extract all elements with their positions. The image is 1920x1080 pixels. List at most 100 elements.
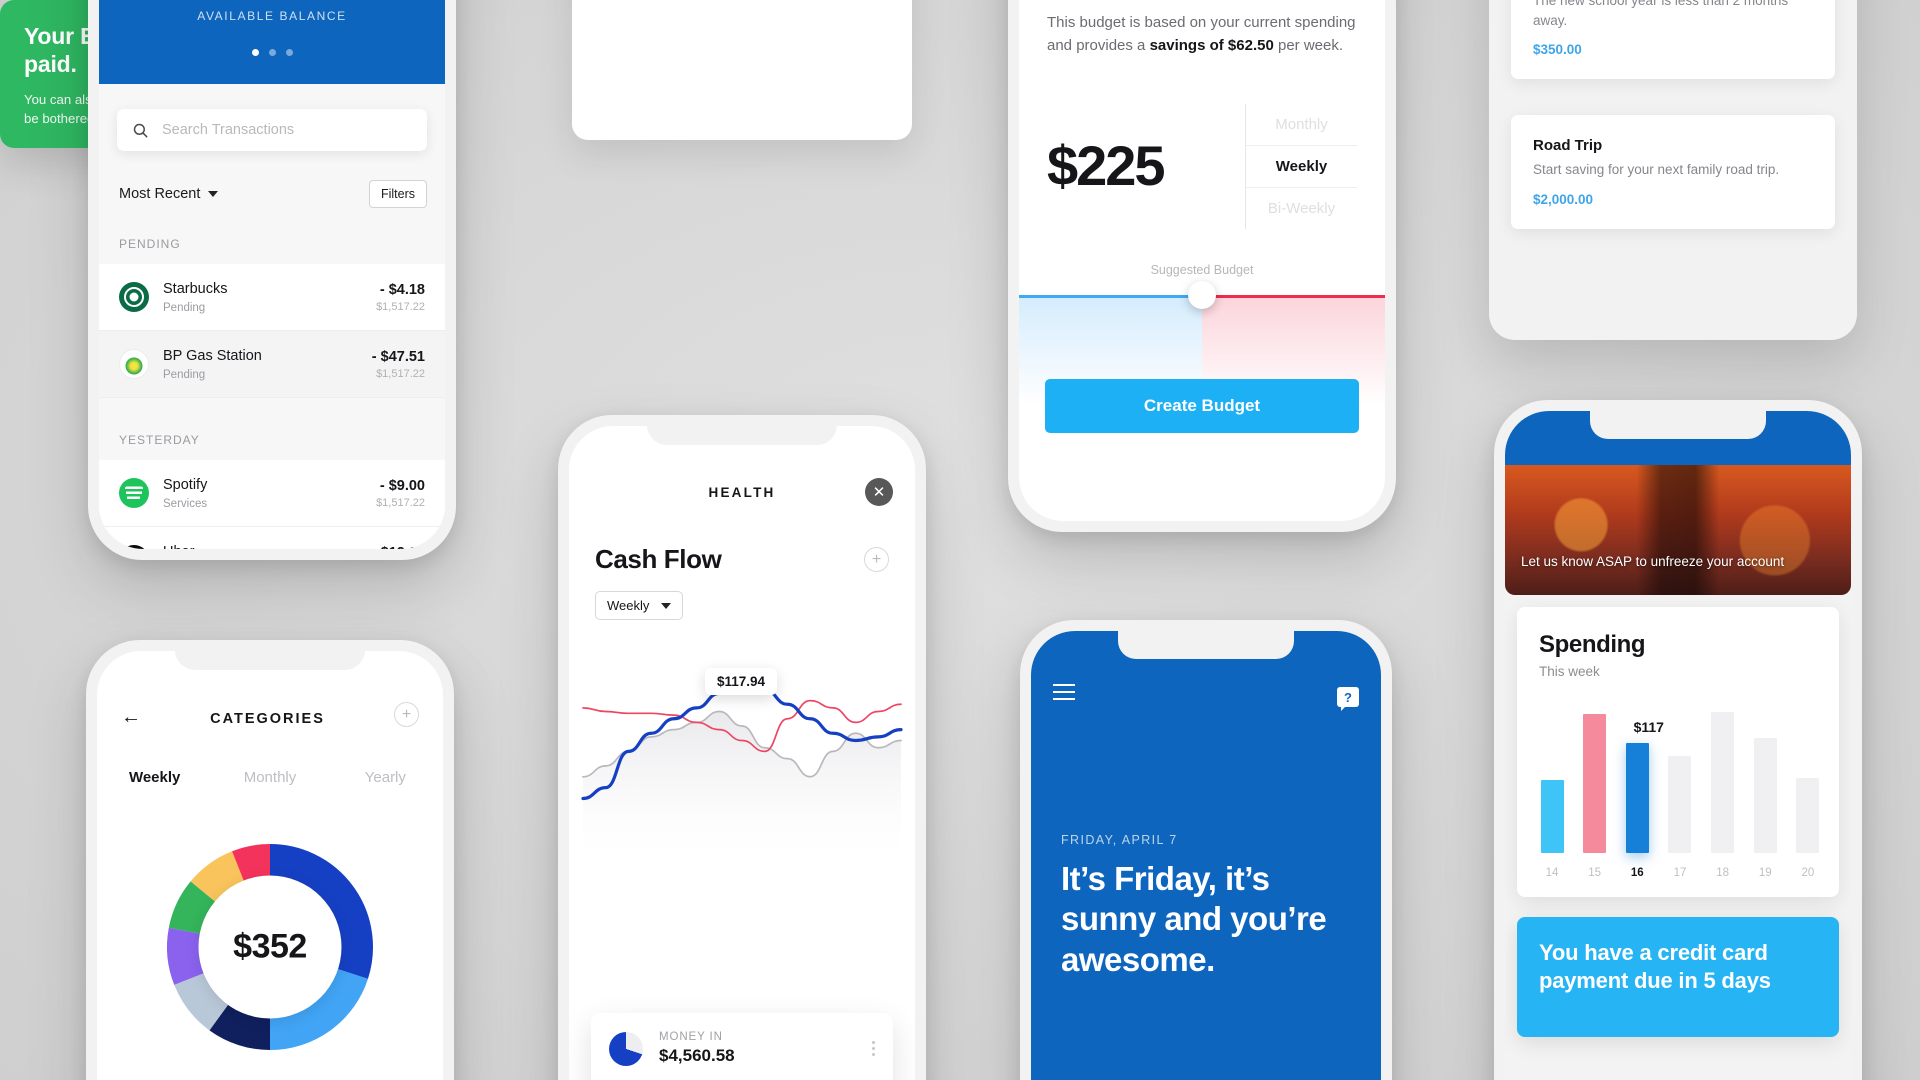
- add-button[interactable]: +: [864, 547, 889, 572]
- frequency-selector[interactable]: Monthly Weekly Bi-Weekly: [1245, 103, 1357, 229]
- add-category-button[interactable]: +: [393, 702, 419, 727]
- search-transactions-field[interactable]: Search Transactions: [117, 109, 427, 151]
- tab-weekly[interactable]: Weekly: [97, 769, 212, 786]
- carousel-dot-2[interactable]: [268, 49, 276, 56]
- sort-dropdown[interactable]: Most Recent: [119, 186, 219, 202]
- feed-body: Let us know ASAP to unfreeze your accoun…: [1505, 465, 1851, 1080]
- bar-column[interactable]: [1539, 779, 1565, 853]
- cashflow-line-chart[interactable]: $117.94: [569, 638, 915, 853]
- categories-tabs: Weekly Monthly Yearly: [97, 747, 443, 786]
- blank-card-top: [572, 0, 912, 140]
- bar-column[interactable]: [1752, 737, 1778, 853]
- chevron-down-icon: [661, 602, 672, 609]
- frequency-weekly[interactable]: Weekly: [1246, 144, 1357, 188]
- table-row[interactable]: Uber Transportation - $12.08 $1,517.22: [99, 527, 445, 549]
- bar[interactable]: [1625, 743, 1649, 853]
- transaction-name: BP Gas Station: [163, 348, 262, 365]
- frequency-biweekly[interactable]: Bi-Weekly: [1246, 188, 1357, 229]
- slider-handle[interactable]: [1188, 280, 1216, 309]
- donut-segment[interactable]: [232, 844, 271, 882]
- spotify-logo-icon: [119, 478, 149, 508]
- donut-total-value: $352: [233, 927, 307, 966]
- transaction-amount: - $12.08: [372, 545, 425, 550]
- transaction-amounts: - $47.51 $1,517.22: [372, 349, 425, 380]
- bar-column[interactable]: [1710, 712, 1736, 853]
- transaction-info: Spotify Services: [163, 476, 362, 509]
- money-in-info: MONEY IN $4,560.58: [659, 1031, 735, 1066]
- spending-title: Spending: [1539, 631, 1646, 658]
- goal-card-road-trip[interactable]: Road Trip Start saving for your next fam…: [1511, 115, 1835, 229]
- close-icon[interactable]: ✕: [865, 478, 893, 506]
- help-icon[interactable]: ?: [1337, 687, 1359, 711]
- section-header-yesterday: YESTERDAY: [119, 433, 200, 447]
- budget-amount: $225: [1047, 134, 1166, 197]
- money-in-value: $4,560.58: [659, 1046, 735, 1065]
- list-item[interactable]: MONEY IN $4,560.58: [591, 1013, 893, 1080]
- available-balance-label: AVAILABLE BALANCE: [197, 9, 347, 23]
- transaction-amount: - $47.51: [371, 348, 425, 365]
- bar-column[interactable]: [1582, 714, 1608, 853]
- carousel-dot-3[interactable]: [285, 49, 293, 56]
- bar-column[interactable]: [1624, 743, 1650, 853]
- carousel-dots[interactable]: [251, 49, 293, 56]
- section-divider: [99, 398, 445, 420]
- search-placeholder: Search Transactions: [162, 122, 295, 138]
- transaction-amounts: - $4.18 $1,517.22: [376, 282, 425, 313]
- phone-notch: [647, 415, 837, 445]
- money-in-pie-icon: [609, 1031, 643, 1066]
- budget-description: This budget is based on your current spe…: [1019, 11, 1385, 58]
- running-balance: $1,517.22: [376, 367, 425, 380]
- transactions-list[interactable]: PENDING Starbucks Pending - $4.18 $1,517…: [99, 224, 445, 549]
- donut-segment[interactable]: [209, 1004, 271, 1050]
- bar[interactable]: [1796, 778, 1820, 853]
- credit-card-notice[interactable]: You have a credit card payment due in 5 …: [1517, 917, 1839, 1037]
- tab-yearly[interactable]: Yearly: [328, 769, 443, 786]
- transaction-status: Services: [163, 497, 208, 510]
- more-options-icon[interactable]: [872, 1041, 875, 1056]
- transaction-name: Uber: [163, 543, 358, 549]
- transaction-status: Pending: [163, 301, 206, 314]
- tab-monthly[interactable]: Monthly: [212, 769, 327, 786]
- feed-hero-caption: Let us know ASAP to unfreeze your accoun…: [1521, 554, 1785, 569]
- table-row[interactable]: BP Gas Station Pending - $47.51 $1,517.2…: [99, 331, 445, 398]
- transaction-status: Pending: [163, 368, 206, 381]
- frequency-monthly[interactable]: Monthly: [1246, 104, 1357, 145]
- goal-card-school-supplies[interactable]: School Supplies The new school year is l…: [1511, 0, 1835, 80]
- carousel-dot-1[interactable]: [251, 49, 259, 56]
- budget-screen: This budget is based on your current spe…: [1019, 0, 1385, 521]
- budget-phone: This budget is based on your current spe…: [1008, 0, 1396, 532]
- bar[interactable]: [1668, 756, 1692, 853]
- bar-tick-label: 14: [1545, 867, 1559, 879]
- donut-segment[interactable]: [167, 927, 205, 985]
- phone-notch: [175, 640, 365, 670]
- spending-axis-labels: 14 15 16 17 18 19 20: [1539, 867, 1821, 879]
- feed-phone: ↑ FEED ? Let us know ASAP to unfreeze yo…: [1494, 400, 1862, 1080]
- bar[interactable]: [1753, 737, 1777, 853]
- goals-panel: School Supplies The new school year is l…: [1489, 0, 1857, 340]
- create-budget-button[interactable]: Create Budget: [1045, 379, 1359, 433]
- friday-date: FRIDAY, APRIL 7: [1061, 833, 1178, 847]
- sort-filter-row: Most Recent Filters: [119, 180, 427, 208]
- hamburger-icon[interactable]: [1053, 684, 1075, 705]
- donut-segment[interactable]: [168, 881, 216, 935]
- spending-bar-chart[interactable]: [1539, 683, 1821, 853]
- feed-hero-image[interactable]: Let us know ASAP to unfreeze your accoun…: [1505, 465, 1851, 595]
- goal-amount: $350.00: [1533, 42, 1582, 58]
- categories-donut-chart[interactable]: $352: [151, 828, 389, 1066]
- bar[interactable]: [1711, 712, 1735, 853]
- chevron-down-icon: [208, 191, 219, 197]
- bar-column[interactable]: [1795, 778, 1821, 853]
- money-in-label: MONEY IN: [659, 1031, 723, 1043]
- bar-column[interactable]: [1667, 756, 1693, 853]
- donut-center: $352: [198, 875, 342, 1019]
- range-dropdown[interactable]: Weekly: [595, 591, 684, 620]
- spending-value-label: $117: [1633, 719, 1664, 736]
- table-row[interactable]: Spotify Services - $9.00 $1,517.22: [99, 460, 445, 527]
- table-row[interactable]: Starbucks Pending - $4.18 $1,517.22: [99, 264, 445, 331]
- bar-tick-label: 17: [1673, 867, 1687, 879]
- transaction-info: Uber Transportation: [163, 543, 358, 549]
- filters-button[interactable]: Filters: [368, 180, 427, 208]
- bar[interactable]: [1583, 714, 1607, 853]
- back-arrow-icon[interactable]: ←: [121, 707, 141, 727]
- bar[interactable]: [1540, 779, 1564, 853]
